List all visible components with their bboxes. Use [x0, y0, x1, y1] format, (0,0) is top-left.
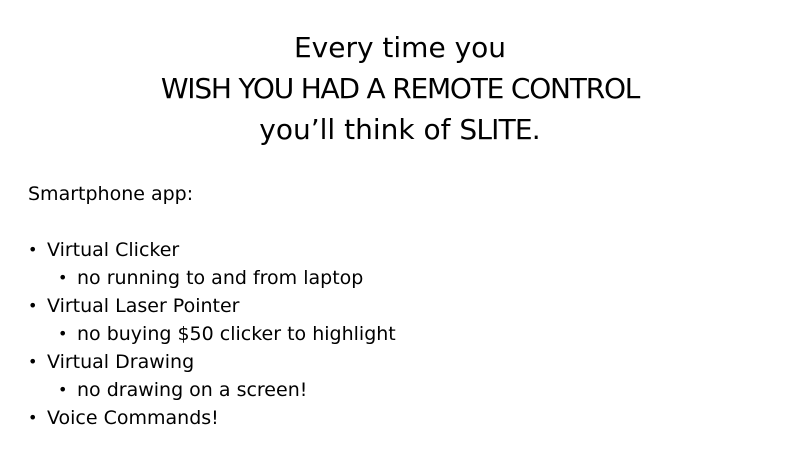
- sub-list-item-text: no running to and from laptop: [77, 267, 364, 289]
- list-item: • Voice Commands!: [28, 404, 396, 432]
- bullet-icon: •: [58, 380, 68, 399]
- list-item-text: Voice Commands!: [47, 407, 219, 429]
- list-item-text: Virtual Laser Pointer: [47, 295, 240, 317]
- bullet-icon: •: [58, 324, 68, 343]
- title-line-3: you’ll think of SLITE.: [0, 109, 800, 150]
- title-line-1: Every time you: [293, 31, 507, 64]
- slide-body: Smartphone app: • Virtual Clicker • no run…: [28, 180, 396, 432]
- slide: Every time you WISH YOU HAD A REMOTE CON…: [0, 0, 800, 449]
- bullet-icon: •: [28, 296, 38, 315]
- list-item: • Virtual Laser Pointer: [28, 292, 396, 320]
- brand-name: SLITE: [459, 113, 532, 146]
- bullet-icon: •: [28, 408, 38, 427]
- title-line-3-prefix: you’ll think of: [259, 113, 460, 146]
- list-item: • Virtual Clicker: [28, 236, 396, 264]
- list-item-text: Virtual Drawing: [47, 351, 195, 373]
- sub-list-item: • no buying $50 clicker to highlight: [28, 320, 396, 348]
- title-line-2: WISH YOU HAD A REMOTE CONTROL: [160, 72, 641, 105]
- sub-list-item: • no drawing on a screen!: [28, 376, 396, 404]
- feature-list: • Virtual Clicker • no running to and from…: [28, 236, 396, 432]
- bullet-icon: •: [28, 352, 38, 371]
- bullet-icon: •: [58, 268, 68, 287]
- sub-list-item-text: no drawing on a screen!: [77, 379, 308, 401]
- title-line-3-suffix: .: [531, 113, 541, 146]
- sub-list-item-text: no buying $50 clicker to highlight: [77, 323, 396, 345]
- bullet-icon: •: [28, 240, 38, 259]
- sub-list-item: • no running to and from laptop: [28, 264, 396, 292]
- slide-title: Every time you WISH YOU HAD A REMOTE CON…: [0, 27, 800, 150]
- list-item: • Virtual Drawing: [28, 348, 396, 376]
- intro-text: Smartphone app:: [28, 183, 194, 205]
- list-item-text: Virtual Clicker: [47, 239, 180, 261]
